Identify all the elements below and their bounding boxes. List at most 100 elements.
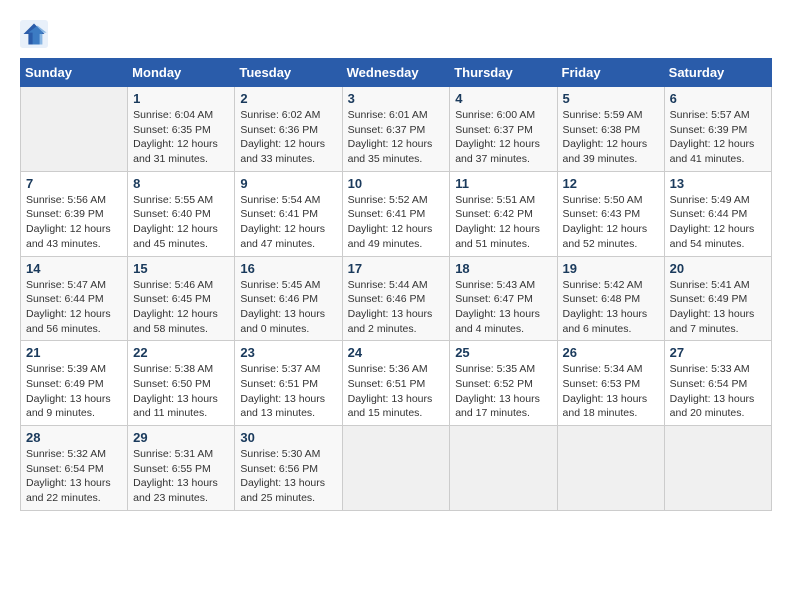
- day-info: Sunrise: 5:47 AMSunset: 6:44 PMDaylight:…: [26, 278, 122, 337]
- page-header: [20, 20, 772, 48]
- day-number: 21: [26, 345, 122, 360]
- day-number: 16: [240, 261, 336, 276]
- day-number: 2: [240, 91, 336, 106]
- calendar-cell: 18 Sunrise: 5:43 AMSunset: 6:47 PMDayligh…: [450, 256, 557, 341]
- calendar-cell: 22 Sunrise: 5:38 AMSunset: 6:50 PMDayligh…: [128, 341, 235, 426]
- calendar-cell: 7 Sunrise: 5:56 AMSunset: 6:39 PMDaylight…: [21, 171, 128, 256]
- day-info: Sunrise: 5:38 AMSunset: 6:50 PMDaylight:…: [133, 362, 229, 421]
- day-number: 28: [26, 430, 122, 445]
- day-number: 29: [133, 430, 229, 445]
- weekday-header-friday: Friday: [557, 59, 664, 87]
- day-info: Sunrise: 6:00 AMSunset: 6:37 PMDaylight:…: [455, 108, 551, 167]
- weekday-header-thursday: Thursday: [450, 59, 557, 87]
- calendar-cell: 17Sunrise: 5:44 AMSunset: 6:46 PMDayligh…: [342, 256, 450, 341]
- day-info: Sunrise: 5:45 AMSunset: 6:46 PMDaylight:…: [240, 278, 336, 337]
- day-number: 6: [670, 91, 766, 106]
- day-number: 3: [348, 91, 445, 106]
- day-number: 24: [348, 345, 445, 360]
- day-info: Sunrise: 5:42 AMSunset: 6:48 PMDaylight:…: [563, 278, 659, 337]
- calendar-cell: [21, 87, 128, 172]
- calendar-cell: [342, 426, 450, 511]
- day-info: Sunrise: 5:35 AMSunset: 6:52 PMDaylight:…: [455, 362, 551, 421]
- day-info: Sunrise: 5:34 AMSunset: 6:53 PMDaylight:…: [563, 362, 659, 421]
- calendar-cell: 29 Sunrise: 5:31 AMSunset: 6:55 PMDayligh…: [128, 426, 235, 511]
- day-number: 19: [563, 261, 659, 276]
- day-number: 10: [348, 176, 445, 191]
- day-number: 8: [133, 176, 229, 191]
- day-info: Sunrise: 5:50 AMSunset: 6:43 PMDaylight:…: [563, 193, 659, 252]
- day-info: Sunrise: 5:51 AMSunset: 6:42 PMDaylight:…: [455, 193, 551, 252]
- day-info: Sunrise: 5:30 AMSunset: 6:56 PMDaylight:…: [240, 447, 336, 506]
- calendar-cell: 15 Sunrise: 5:46 AMSunset: 6:45 PMDayligh…: [128, 256, 235, 341]
- day-number: 30: [240, 430, 336, 445]
- weekday-header-monday: Monday: [128, 59, 235, 87]
- day-info: Sunrise: 5:31 AMSunset: 6:55 PMDaylight:…: [133, 447, 229, 506]
- day-info: Sunrise: 5:33 AMSunset: 6:54 PMDaylight:…: [670, 362, 766, 421]
- calendar-cell: [450, 426, 557, 511]
- day-info: Sunrise: 5:39 AMSunset: 6:49 PMDaylight:…: [26, 362, 122, 421]
- calendar-cell: 20 Sunrise: 5:41 AMSunset: 6:49 PMDayligh…: [664, 256, 771, 341]
- calendar-cell: 12 Sunrise: 5:50 AMSunset: 6:43 PMDayligh…: [557, 171, 664, 256]
- day-info: Sunrise: 5:46 AMSunset: 6:45 PMDaylight:…: [133, 278, 229, 337]
- day-number: 13: [670, 176, 766, 191]
- day-info: Sunrise: 5:41 AMSunset: 6:49 PMDaylight:…: [670, 278, 766, 337]
- day-info: Sunrise: 5:54 AMSunset: 6:41 PMDaylight:…: [240, 193, 336, 252]
- day-number: 26: [563, 345, 659, 360]
- day-info: Sunrise: 5:56 AMSunset: 6:39 PMDaylight:…: [26, 193, 122, 252]
- calendar-cell: 9 Sunrise: 5:54 AMSunset: 6:41 PMDaylight…: [235, 171, 342, 256]
- day-number: 7: [26, 176, 122, 191]
- calendar-cell: 6 Sunrise: 5:57 AMSunset: 6:39 PMDaylight…: [664, 87, 771, 172]
- day-number: 1: [133, 91, 229, 106]
- weekday-header-tuesday: Tuesday: [235, 59, 342, 87]
- day-number: 15: [133, 261, 229, 276]
- day-info: Sunrise: 6:02 AMSunset: 6:36 PMDaylight:…: [240, 108, 336, 167]
- calendar-cell: 1 Sunrise: 6:04 AMSunset: 6:35 PMDaylight…: [128, 87, 235, 172]
- day-info: Sunrise: 6:04 AMSunset: 6:35 PMDaylight:…: [133, 108, 229, 167]
- calendar-cell: 11Sunrise: 5:51 AMSunset: 6:42 PMDayligh…: [450, 171, 557, 256]
- day-info: Sunrise: 5:59 AMSunset: 6:38 PMDaylight:…: [563, 108, 659, 167]
- day-number: 20: [670, 261, 766, 276]
- day-info: Sunrise: 5:57 AMSunset: 6:39 PMDaylight:…: [670, 108, 766, 167]
- calendar-cell: 24 Sunrise: 5:36 AMSunset: 6:51 PMDayligh…: [342, 341, 450, 426]
- calendar-cell: 21 Sunrise: 5:39 AMSunset: 6:49 PMDayligh…: [21, 341, 128, 426]
- calendar-week-row: 7 Sunrise: 5:56 AMSunset: 6:39 PMDaylight…: [21, 171, 772, 256]
- calendar-week-row: 21 Sunrise: 5:39 AMSunset: 6:49 PMDayligh…: [21, 341, 772, 426]
- calendar-cell: [557, 426, 664, 511]
- day-info: Sunrise: 5:55 AMSunset: 6:40 PMDaylight:…: [133, 193, 229, 252]
- weekday-header-wednesday: Wednesday: [342, 59, 450, 87]
- calendar-week-row: 1 Sunrise: 6:04 AMSunset: 6:35 PMDaylight…: [21, 87, 772, 172]
- weekday-header-saturday: Saturday: [664, 59, 771, 87]
- logo: [20, 20, 52, 48]
- day-number: 22: [133, 345, 229, 360]
- calendar-cell: 19 Sunrise: 5:42 AMSunset: 6:48 PMDayligh…: [557, 256, 664, 341]
- calendar-body: 1 Sunrise: 6:04 AMSunset: 6:35 PMDaylight…: [21, 87, 772, 511]
- calendar-cell: 5Sunrise: 5:59 AMSunset: 6:38 PMDaylight…: [557, 87, 664, 172]
- calendar-header: SundayMondayTuesdayWednesdayThursdayFrid…: [21, 59, 772, 87]
- day-info: Sunrise: 5:36 AMSunset: 6:51 PMDaylight:…: [348, 362, 445, 421]
- day-number: 12: [563, 176, 659, 191]
- weekday-header-row: SundayMondayTuesdayWednesdayThursdayFrid…: [21, 59, 772, 87]
- calendar-cell: 28 Sunrise: 5:32 AMSunset: 6:54 PMDayligh…: [21, 426, 128, 511]
- calendar-cell: 10 Sunrise: 5:52 AMSunset: 6:41 PMDayligh…: [342, 171, 450, 256]
- day-info: Sunrise: 5:32 AMSunset: 6:54 PMDaylight:…: [26, 447, 122, 506]
- logo-icon: [20, 20, 48, 48]
- calendar-week-row: 14 Sunrise: 5:47 AMSunset: 6:44 PMDayligh…: [21, 256, 772, 341]
- calendar-cell: 3 Sunrise: 6:01 AMSunset: 6:37 PMDaylight…: [342, 87, 450, 172]
- day-number: 17: [348, 261, 445, 276]
- day-number: 9: [240, 176, 336, 191]
- day-info: Sunrise: 5:43 AMSunset: 6:47 PMDaylight:…: [455, 278, 551, 337]
- day-info: Sunrise: 6:01 AMSunset: 6:37 PMDaylight:…: [348, 108, 445, 167]
- day-info: Sunrise: 5:49 AMSunset: 6:44 PMDaylight:…: [670, 193, 766, 252]
- day-number: 14: [26, 261, 122, 276]
- calendar-cell: 23Sunrise: 5:37 AMSunset: 6:51 PMDayligh…: [235, 341, 342, 426]
- day-number: 18: [455, 261, 551, 276]
- calendar-week-row: 28 Sunrise: 5:32 AMSunset: 6:54 PMDayligh…: [21, 426, 772, 511]
- day-number: 27: [670, 345, 766, 360]
- day-info: Sunrise: 5:37 AMSunset: 6:51 PMDaylight:…: [240, 362, 336, 421]
- calendar-cell: 13 Sunrise: 5:49 AMSunset: 6:44 PMDayligh…: [664, 171, 771, 256]
- calendar-cell: 30 Sunrise: 5:30 AMSunset: 6:56 PMDayligh…: [235, 426, 342, 511]
- day-info: Sunrise: 5:52 AMSunset: 6:41 PMDaylight:…: [348, 193, 445, 252]
- calendar-cell: [664, 426, 771, 511]
- calendar-cell: 14 Sunrise: 5:47 AMSunset: 6:44 PMDayligh…: [21, 256, 128, 341]
- day-number: 25: [455, 345, 551, 360]
